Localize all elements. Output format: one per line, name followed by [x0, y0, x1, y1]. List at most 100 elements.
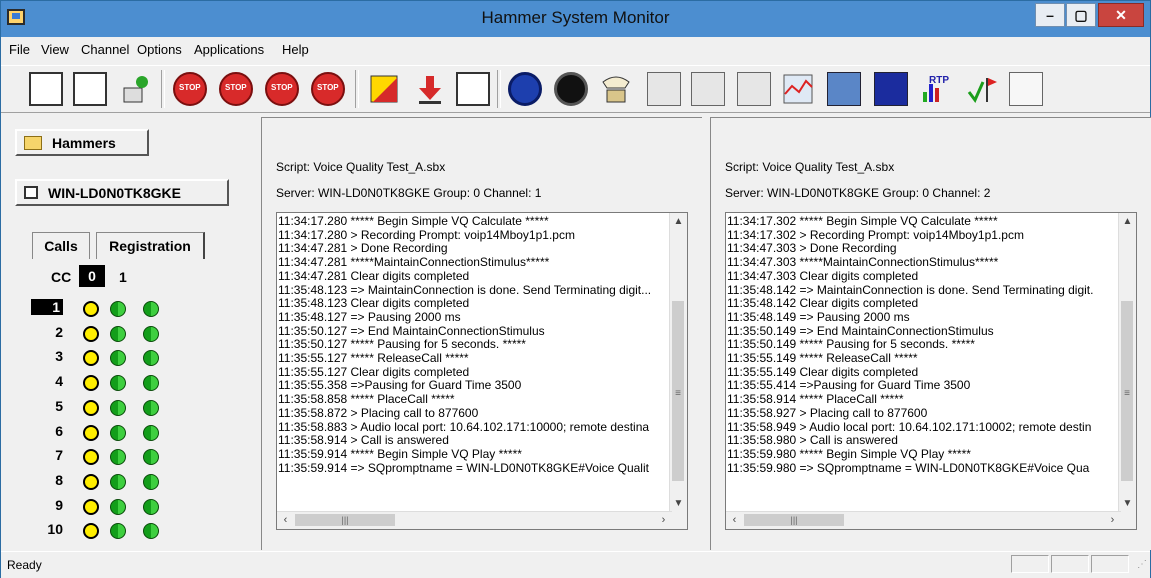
- qoe-icon[interactable]: [874, 72, 908, 106]
- monitor-icon[interactable]: [827, 72, 861, 106]
- status-yellow-icon[interactable]: [83, 473, 99, 490]
- status-green-icon[interactable]: [110, 375, 126, 392]
- stop-1-icon[interactable]: [173, 72, 207, 106]
- scroll-down-icon[interactable]: ▼: [670, 495, 687, 512]
- hammers-node[interactable]: Hammers: [15, 129, 149, 156]
- menu-options[interactable]: Options: [137, 42, 182, 57]
- blue-phone-icon[interactable]: [508, 72, 542, 106]
- layout-2-icon[interactable]: [73, 72, 107, 106]
- scroll-thumb-h[interactable]: |||: [295, 514, 395, 526]
- status-yellow-icon[interactable]: [83, 498, 99, 515]
- minimize-button[interactable]: –: [1035, 3, 1065, 27]
- call-row-number[interactable]: 2: [31, 324, 63, 340]
- status-green-icon[interactable]: [143, 399, 159, 416]
- layout-1-icon[interactable]: [29, 72, 63, 106]
- status-green-icon[interactable]: [143, 375, 159, 392]
- call-row-number[interactable]: 3: [31, 348, 63, 364]
- status-green-icon[interactable]: [110, 449, 126, 466]
- vertical-scrollbar[interactable]: ▲ ≡ ▼: [669, 213, 687, 512]
- telephone-icon[interactable]: [599, 72, 633, 106]
- menu-applications[interactable]: Applications: [194, 42, 264, 57]
- status-green-icon[interactable]: [143, 301, 159, 317]
- menu-help[interactable]: Help: [282, 42, 309, 57]
- scroll-down-icon[interactable]: ▼: [1119, 495, 1136, 512]
- print-icon[interactable]: [737, 72, 771, 106]
- status-green-icon[interactable]: [110, 325, 126, 342]
- status-green-icon[interactable]: [143, 350, 159, 367]
- call-row-number[interactable]: 1: [31, 299, 63, 315]
- close-button[interactable]: ✕: [1098, 3, 1144, 27]
- scroll-left-icon[interactable]: ‹: [277, 512, 294, 529]
- call-row-number[interactable]: 9: [31, 497, 63, 513]
- log-line: 11:35:50.149 ***** Pausing for 5 seconds…: [727, 337, 975, 352]
- script-icon[interactable]: [367, 72, 401, 106]
- wizard-icon[interactable]: [118, 72, 152, 106]
- status-green-icon[interactable]: [110, 399, 126, 416]
- chart-icon[interactable]: [781, 72, 815, 106]
- stop-2-icon[interactable]: [219, 72, 253, 106]
- scroll-up-icon[interactable]: ▲: [1119, 213, 1136, 230]
- cc-column-0[interactable]: 0: [79, 265, 105, 287]
- call-row-number[interactable]: 4: [31, 373, 63, 389]
- reports-icon[interactable]: [691, 72, 725, 106]
- status-green-icon[interactable]: [143, 498, 159, 515]
- download-icon[interactable]: [413, 72, 447, 106]
- channel-server: Server: WIN-LD0N0TK8GKE Group: 0 Channel…: [276, 186, 542, 200]
- horizontal-scrollbar[interactable]: ‹ ||| ›: [726, 511, 1121, 529]
- black-phone-icon[interactable]: [554, 72, 588, 106]
- stop-4-icon[interactable]: [311, 72, 345, 106]
- status-green-icon[interactable]: [110, 498, 126, 515]
- cc-column-1[interactable]: 1: [119, 269, 127, 285]
- status-green-icon[interactable]: [143, 523, 159, 540]
- channel-script: Script: Voice Quality Test_A.sbx: [725, 160, 895, 174]
- status-green-icon[interactable]: [110, 473, 126, 490]
- channel-log[interactable]: 11:34:17.302 ***** Begin Simple VQ Calcu…: [725, 212, 1137, 530]
- resize-grip-icon[interactable]: ⋰: [1137, 559, 1147, 570]
- title-bar[interactable]: Hammer System Monitor – ▢ ✕: [1, 1, 1150, 37]
- stop-3-icon[interactable]: [265, 72, 299, 106]
- status-yellow-icon[interactable]: [83, 523, 99, 540]
- vertical-scrollbar[interactable]: ▲ ≡ ▼: [1118, 213, 1136, 512]
- log-line: 11:35:48.142 Clear digits completed: [727, 296, 919, 311]
- form-icon[interactable]: [1009, 72, 1043, 106]
- menu-view[interactable]: View: [41, 42, 69, 57]
- menu-file[interactable]: File: [9, 42, 30, 57]
- log-line: 11:35:48.123 Clear digits completed: [278, 296, 470, 311]
- channel-log[interactable]: 11:34:17.280 ***** Begin Simple VQ Calcu…: [276, 212, 688, 530]
- scroll-left-icon[interactable]: ‹: [726, 512, 743, 529]
- status-green-icon[interactable]: [143, 449, 159, 466]
- menu-channel[interactable]: Channel: [81, 42, 129, 57]
- status-green-icon[interactable]: [110, 523, 126, 540]
- status-green-icon[interactable]: [110, 424, 126, 441]
- scroll-up-icon[interactable]: ▲: [670, 213, 687, 230]
- grid-icon[interactable]: [456, 72, 490, 106]
- rtp-icon[interactable]: RTP: [919, 72, 953, 106]
- horizontal-scrollbar[interactable]: ‹ ||| ›: [277, 511, 672, 529]
- status-bar: Ready ⋰: [1, 551, 1150, 578]
- scroll-corner: [1119, 512, 1136, 529]
- status-yellow-icon[interactable]: [83, 424, 99, 441]
- status-green-icon[interactable]: [110, 301, 126, 317]
- tab-calls[interactable]: Calls: [32, 232, 90, 259]
- call-row-number[interactable]: 5: [31, 398, 63, 414]
- maximize-button[interactable]: ▢: [1066, 3, 1096, 27]
- status-green-icon[interactable]: [143, 473, 159, 490]
- call-row-number[interactable]: 8: [31, 472, 63, 488]
- status-yellow-icon[interactable]: [83, 301, 99, 317]
- status-yellow-icon[interactable]: [83, 375, 99, 392]
- status-green-icon[interactable]: [143, 325, 159, 342]
- scroll-thumb-h[interactable]: |||: [744, 514, 844, 526]
- status-yellow-icon[interactable]: [83, 449, 99, 466]
- status-yellow-icon[interactable]: [83, 325, 99, 342]
- status-green-icon[interactable]: [110, 350, 126, 367]
- status-yellow-icon[interactable]: [83, 350, 99, 367]
- status-yellow-icon[interactable]: [83, 399, 99, 416]
- window-icon[interactable]: [647, 72, 681, 106]
- call-row-number[interactable]: 10: [31, 521, 63, 537]
- tab-registration[interactable]: Registration: [96, 232, 205, 259]
- flag-icon[interactable]: [965, 72, 999, 106]
- server-node[interactable]: WIN-LD0N0TK8GKE: [15, 179, 229, 206]
- call-row-number[interactable]: 6: [31, 423, 63, 439]
- call-row-number[interactable]: 7: [31, 447, 63, 463]
- status-green-icon[interactable]: [143, 424, 159, 441]
